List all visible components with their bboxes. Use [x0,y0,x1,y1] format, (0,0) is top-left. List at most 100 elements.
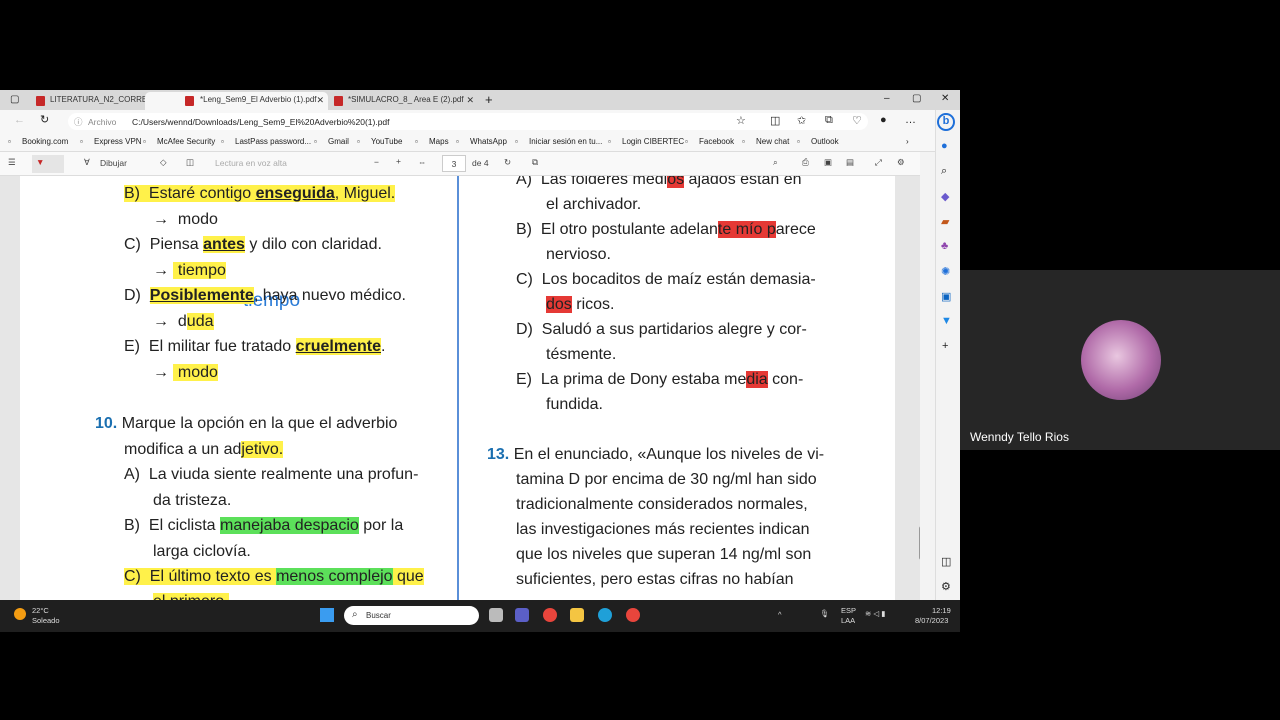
text-segment: Estaré contigo [140,185,256,202]
fit-page-icon[interactable]: ⇔ [418,157,427,167]
favorite-icon[interactable]: ☆ [736,114,746,127]
wifi-volume-battery-icon[interactable]: ≋ ◁ ▮ [865,609,885,618]
bookmark-icon: ▫ [515,137,518,146]
keyboard-layout[interactable]: LAA [841,616,855,625]
more-icon[interactable]: … [905,114,916,126]
search-icon[interactable]: ⌕ [941,165,947,178]
question-number: 13. [487,446,510,463]
text-line: → modo [153,363,218,383]
save-as-icon[interactable]: ▤ [846,157,854,168]
sidebar-toggle-icon[interactable]: ◫ [941,555,951,568]
teams-icon[interactable] [515,608,529,622]
tray-chevron-icon[interactable]: ^ [778,610,782,619]
read-aloud-button[interactable]: Lectura en voz alta [215,158,287,168]
bookmark-item[interactable]: New chat [756,137,789,146]
new-tab-button[interactable]: + [485,92,493,107]
bookmark-icon: ▫ [608,137,611,146]
pdf-icon [36,96,45,106]
settings-icon[interactable]: ⚙ [941,580,951,593]
tools-icon[interactable]: ▰ [941,215,949,228]
search-placeholder: Buscar [366,611,391,620]
search-icon[interactable]: ⌕ [773,157,778,168]
draw-icon[interactable]: ∀ [84,157,90,168]
add-icon[interactable]: + [942,340,948,352]
address-input[interactable]: ⓘ Archivo C:/Users/wennd/Downloads/Leng_Se… [68,113,868,130]
favorites-icon[interactable]: ✩ [797,114,806,127]
bookmark-item[interactable]: Facebook [699,137,734,146]
chrome-profile-icon[interactable] [626,608,640,622]
text-segment: enseguida [255,185,335,202]
bookmark-item[interactable]: Login CIBERTEC [622,137,684,146]
more-bookmarks-icon[interactable]: › [906,137,909,146]
text-segment: nervioso. [546,246,611,263]
office-icon[interactable]: ✺ [941,265,950,278]
profile-icon[interactable]: ● [880,114,887,126]
text-line: C) El último texto es menos complejo que [124,567,424,587]
back-icon[interactable]: ← [14,114,25,126]
bing-icon[interactable]: b [937,113,955,131]
drop-icon[interactable]: ▼ [941,315,952,327]
tab-simulacro[interactable]: *SIMULACRO_8_ Area E (2).pdf ✕ [298,92,478,110]
text-line: modifica a un adjetivo. [124,440,284,460]
zoom-out-button[interactable]: − [374,157,379,167]
bookmark-item[interactable]: Maps [429,137,449,146]
collections-icon[interactable]: ⧉ [825,114,833,127]
mic-icon[interactable]: 🎙 [820,609,830,618]
draw-button[interactable]: Dibujar [100,158,127,168]
page-view-icon[interactable]: ◫ [186,157,194,168]
task-view-icon[interactable] [489,608,503,622]
maximize-button[interactable]: ▢ [912,93,921,104]
contents-icon[interactable]: ☰ [8,157,16,168]
settings-icon[interactable]: ⚙ [897,157,905,168]
edge-icon[interactable] [598,608,612,622]
bookmark-item[interactable]: Iniciar sesión en tu... [529,137,602,146]
bookmark-item[interactable]: Express VPN [94,137,142,146]
text-line: C) Los bocaditos de maíz están demasia- [516,270,816,290]
text-segment: con- [767,371,804,388]
text-segment: Las folderes medi [532,176,668,188]
text-segment: suficientes, pero estas cifras no habían [516,571,794,588]
language[interactable]: ESP [841,606,856,615]
games-icon[interactable]: ♣ [941,240,948,252]
two-page-icon[interactable]: ⧉ [532,157,538,168]
text-line: larga ciclovía. [153,542,251,562]
outlook-icon[interactable]: ▣ [941,290,951,303]
bookmark-item[interactable]: Outlook [811,137,839,146]
page-number-input[interactable]: 3 [442,155,466,172]
rotate-icon[interactable]: ↻ [504,157,511,168]
clock-date[interactable]: 8/07/2023 [915,616,948,625]
extensions-icon[interactable]: ♡ [852,114,862,127]
text-segment: El último texto es [140,568,277,585]
bookmark-item[interactable]: Gmail [328,137,349,146]
print-icon[interactable]: ⎙ [802,157,809,168]
weather-text[interactable]: Soleado [32,616,60,625]
text-segment: → [153,364,174,381]
chrome-icon[interactable] [543,608,557,622]
save-icon[interactable]: ▣ [824,157,832,168]
start-icon[interactable] [320,608,334,622]
explorer-icon[interactable] [570,608,584,622]
bookmark-item[interactable]: LastPass password... [235,137,311,146]
text-segment: Saludó a sus partidarios alegre y cor- [532,321,807,338]
refresh-icon[interactable]: ↻ [40,113,49,126]
scrollbar-thumb[interactable] [919,526,920,560]
eraser-icon[interactable]: ◇ [160,157,167,168]
taskbar-search[interactable]: ⌕ Buscar [344,606,479,625]
bookmark-item[interactable]: WhatsApp [470,137,507,146]
shopping-icon[interactable]: ◆ [941,190,949,203]
browser-window: ▢ LITERATURA_N2_CORREGIDO.pd✕ *Leng_Sem9… [0,90,960,600]
zoom-in-button[interactable]: + [396,156,401,166]
bookmark-item[interactable]: Booking.com [22,137,68,146]
clock-time[interactable]: 12:19 [932,606,951,615]
fullscreen-icon[interactable]: ⤢ [875,157,882,168]
close-window-button[interactable]: ✕ [941,93,949,104]
split-screen-icon[interactable]: ◫ [770,114,780,127]
bookmark-item[interactable]: YouTube [371,137,402,146]
close-icon[interactable]: ✕ [466,95,474,106]
pdf-viewport[interactable]: tiempo B) Estaré contigo enseguida, Migu… [0,176,920,600]
temperature[interactable]: 22°C [32,606,49,615]
bell-icon[interactable]: ● [941,140,948,152]
bookmark-item[interactable]: McAfee Security [157,137,215,146]
minimize-button[interactable]: – [884,93,890,104]
highlight-icon[interactable]: ▼ [32,155,64,173]
